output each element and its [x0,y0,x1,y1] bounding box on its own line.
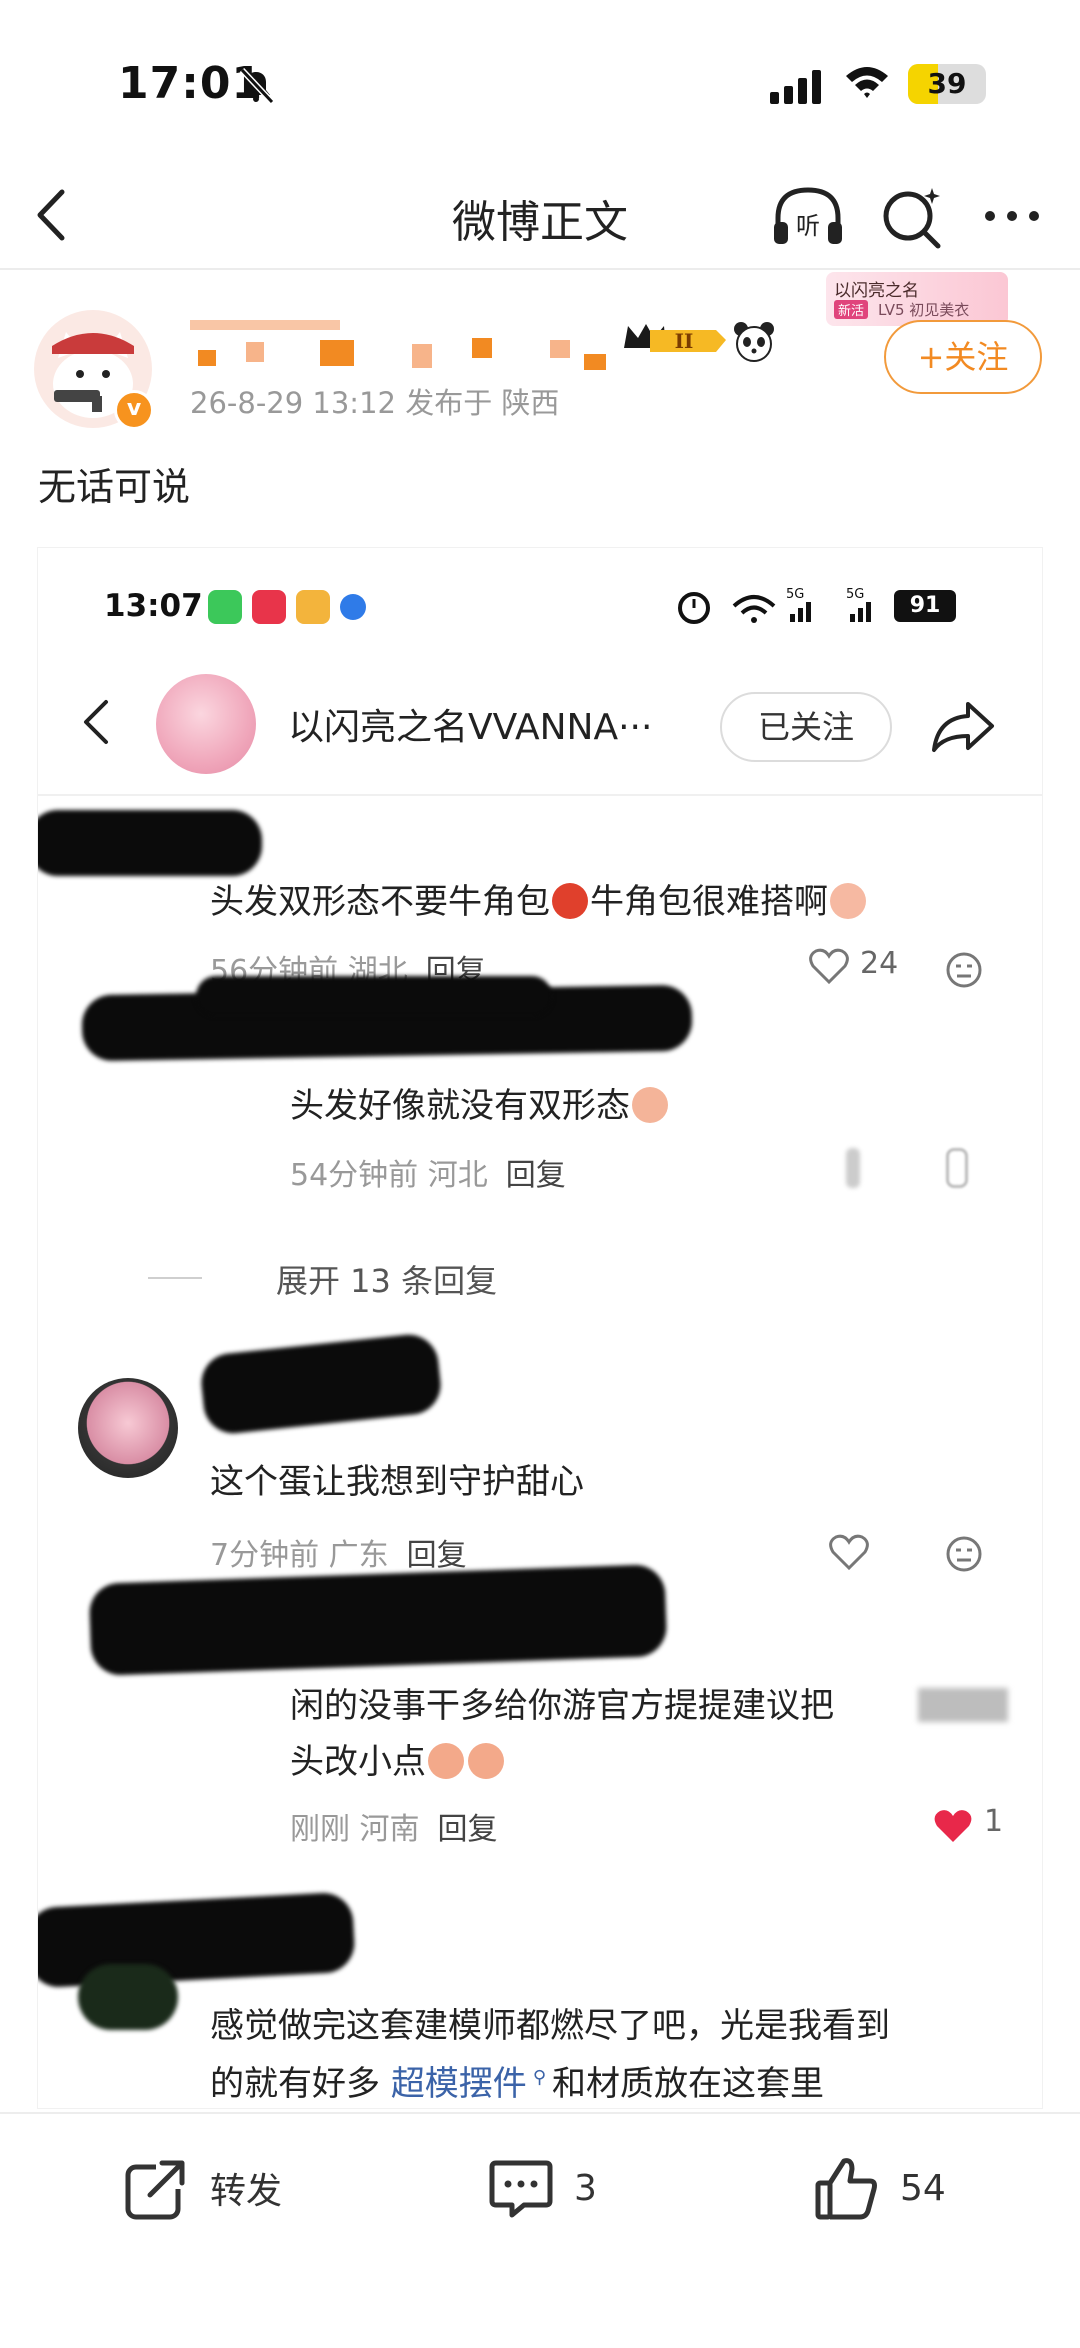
svg-text:5G: 5G [786,587,804,602]
reply-time-location: 54分钟前 河北 [290,1158,488,1193]
reply-text-part: 头改小点 [290,1742,426,1782]
reply-meta: 刚刚 河南 回复 [290,1804,498,1848]
comment-button[interactable]: 3 [486,2148,597,2228]
post-text: 无话可说 [38,465,191,509]
top-nav-bar: 微博正文 听 [0,160,1080,270]
weibo-app-icon [296,590,330,624]
promo-card[interactable]: 以闪亮之名 新活 LV5 初见美衣 [826,272,1008,326]
expand-divider [148,1277,202,1279]
crying-emoji-icon [830,883,866,919]
comment-time-location: 7分钟前 广东 [210,1538,389,1573]
panda-icon [734,322,774,362]
search-icon[interactable] [878,182,946,252]
author-name-redacted [190,320,606,370]
comment-meta: 7分钟前 广东 回复 [210,1530,467,1574]
emoji-face-icon [946,1536,982,1572]
like-count: 54 [900,2167,946,2209]
more-options-icon[interactable] [982,208,1042,224]
repost-icon [125,2159,186,2220]
search-icon: ⚲ [532,2066,546,2088]
comment-text-part: 牛角包很难搭啊 [590,882,828,922]
embedded-battery: 91 [894,590,956,622]
reply-text-part: 头发好像就没有双形态 [290,1086,630,1126]
blurred-text [918,1688,1008,1722]
like-count: 1 [984,1804,1004,1839]
like-count: 24 [860,946,899,981]
message-app-icon [208,590,242,624]
topic-link: 超模摆件 [390,2064,527,2104]
comment-icon [489,2160,553,2218]
post-image[interactable]: 13:07 5G 5G 91 以闪亮之名VVANNA··· 已关注 头发双形态不… [38,548,1042,2108]
promo-subtitle: LV5 初见美衣 [878,301,970,319]
comment-text-part: 头发双形态不要牛角包 [210,882,550,922]
verified-badge-icon: v [114,390,154,430]
heart-outline-icon [829,1534,869,1571]
redacted-avatar [78,1964,178,2030]
browser-app-icon [340,594,366,620]
svg-text:听: 听 [796,212,820,240]
heart-filled-icon [934,1810,972,1842]
comment-text-part: 和材质放在这套里 [552,2064,824,2104]
channel-name: 以闪亮之名VVANNA··· [288,707,653,748]
status-bar: 17:01 39 [0,0,1080,150]
embedded-back-icon [84,700,108,744]
cellular-signal-icon [770,68,821,104]
wifi-icon [846,67,888,98]
notification-app-icons [208,590,366,624]
blurred-action-icons [846,1148,1016,1188]
commenter-avatar [78,1378,178,1478]
comment-text-line: 的就有好多 超模摆件 ⚲ 和材质放在这套里 [210,2056,824,2105]
angry-devil-emoji-icon [552,883,588,919]
comment-text: 头发双形态不要牛角包 牛角包很难搭啊 [210,874,868,923]
crown-rank-badge-icon: II [624,324,726,353]
svg-text:II: II [675,329,694,353]
sweat-emoji-icon [632,1087,668,1123]
redacted-username [88,1563,668,1677]
redacted-username [196,976,552,1016]
heart-outline-icon [809,948,849,985]
follow-button[interactable]: +关注 [884,320,1042,394]
battery-percent: 39 [927,67,967,100]
emoji-face-icon [946,952,982,988]
reply-link: 回复 [505,1158,566,1193]
comment-count: 3 [574,2167,597,2209]
redacted-username [38,810,262,876]
repost-button[interactable]: 转发 [122,2148,282,2228]
listen-headphones-icon[interactable]: 听 [770,182,846,252]
xiaohongshu-app-icon [252,590,286,624]
comment-text-line: 感觉做完这套建模师都燃尽了吧，光是我看到 [210,2006,890,2046]
svg-text:5G: 5G [846,587,864,602]
channel-avatar [156,674,256,774]
reply-link: 回复 [406,1538,467,1573]
repost-label: 转发 [210,2171,283,2212]
bottom-toolbar: 转发 3 54 [0,2112,1080,2348]
reply-time-location: 刚刚 河南 [290,1812,420,1847]
post-meta: 26-8-29 13:12 发布于 陕西 [190,386,560,420]
reply-text-line: 闲的没事干多给你游官方提提建议把 [290,1686,834,1726]
promo-title: 以闪亮之名 [834,281,919,301]
reply-link: 回复 [437,1812,498,1847]
promo-tag: 新活 [834,300,869,319]
bell-off-icon [239,67,275,105]
battery-indicator: 39 [908,64,986,104]
share-icon [932,702,994,752]
comment-text: 这个蛋让我想到守护甜心 [210,1462,584,1502]
redacted-username [198,1331,444,1437]
like-button[interactable]: 54 [812,2148,946,2228]
embedded-status-time: 13:07 [104,588,203,624]
crying-emoji-icon [428,1743,464,1779]
reply-meta: 54分钟前 河北 回复 [290,1150,566,1194]
reply-text: 头发好像就没有双形态 [290,1078,670,1127]
embedded-nav-bar: 以闪亮之名VVANNA··· 已关注 [38,656,1042,796]
followed-button: 已关注 [720,692,892,762]
thumbs-up-icon [815,2158,877,2220]
comment-text-part: 的就有好多 [210,2064,380,2104]
expand-replies-link: 展开 13 条回复 [276,1262,498,1300]
reply-text-line: 头改小点 [290,1734,506,1783]
crying-emoji-icon [468,1743,504,1779]
